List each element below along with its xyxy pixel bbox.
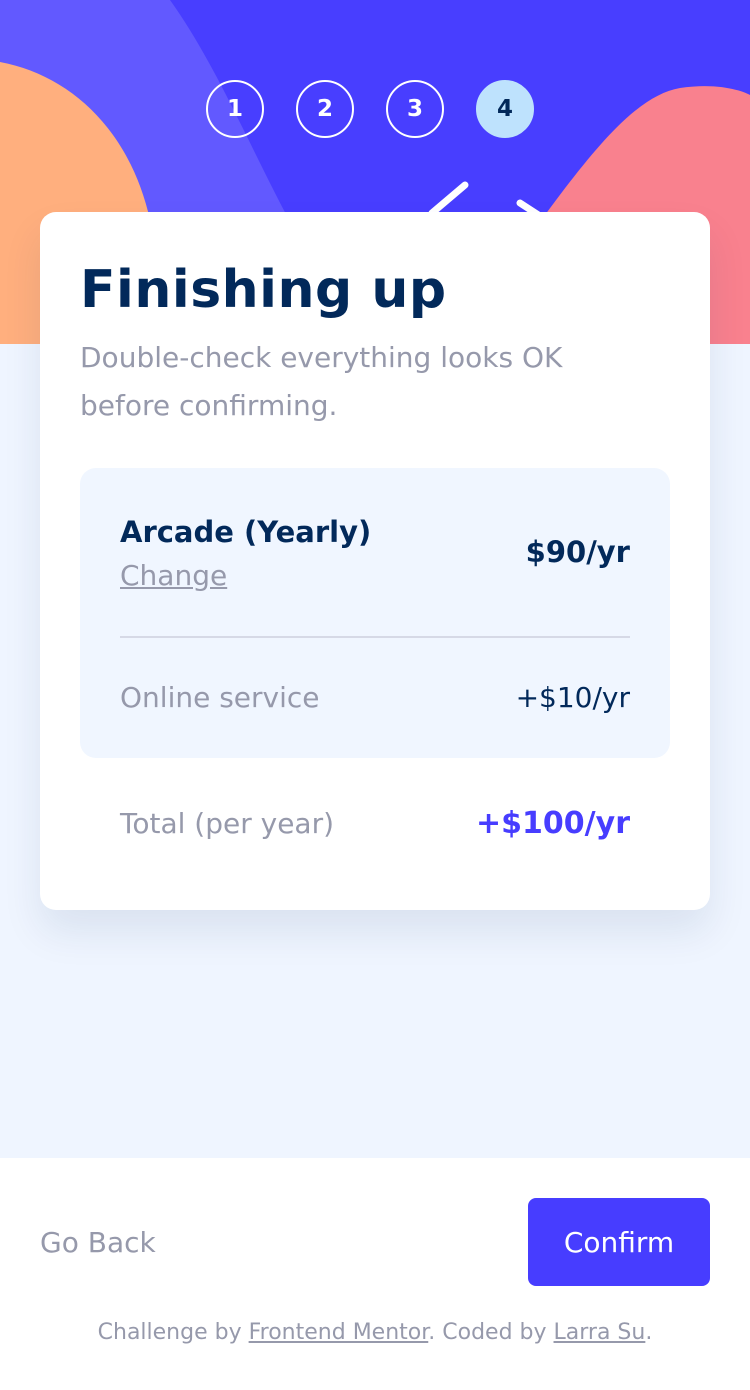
plan-row: Arcade (Yearly) Change $90/yr	[120, 468, 630, 638]
total-label: Total (per year)	[120, 806, 335, 840]
frontend-mentor-link[interactable]: Frontend Mentor	[249, 1320, 429, 1345]
addon-name: Online service	[120, 680, 320, 714]
step-2: 2	[296, 80, 354, 138]
page-title: Finishing up	[80, 260, 447, 320]
attribution: Challenge by Frontend Mentor. Coded by L…	[0, 1320, 750, 1345]
step-4-active: 4	[476, 80, 534, 138]
page-subtitle: Double-check everything looks OK before …	[80, 341, 563, 422]
total-row: Total (per year) +$100/yr	[80, 758, 670, 888]
total-price: +$100/yr	[476, 805, 630, 841]
step-3: 3	[386, 80, 444, 138]
step-indicator: 1 2 3 4	[206, 80, 534, 138]
step-1: 1	[206, 80, 264, 138]
attribution-middle: . Coded by	[428, 1320, 554, 1345]
plan-name: Arcade (Yearly)	[120, 514, 372, 549]
plan-info: Arcade (Yearly) Change	[120, 513, 371, 592]
change-plan-link[interactable]: Change	[120, 559, 227, 592]
summary-card: Finishing up Double-check everything loo…	[40, 212, 710, 910]
order-summary: Arcade (Yearly) Change $90/yr Online ser…	[80, 468, 670, 758]
attribution-suffix: .	[645, 1320, 653, 1345]
addon-price: +$10/yr	[515, 680, 630, 714]
plan-price: $90/yr	[525, 535, 630, 569]
addon-row: Online service +$10/yr	[120, 638, 630, 756]
footer-nav: Go Back Confirm Challenge by Frontend Me…	[0, 1158, 750, 1390]
confirm-button[interactable]: Confirm	[528, 1198, 710, 1286]
attribution-prefix: Challenge by	[97, 1320, 249, 1345]
author-link[interactable]: Larra Su	[554, 1320, 646, 1345]
go-back-button[interactable]: Go Back	[40, 1198, 156, 1286]
